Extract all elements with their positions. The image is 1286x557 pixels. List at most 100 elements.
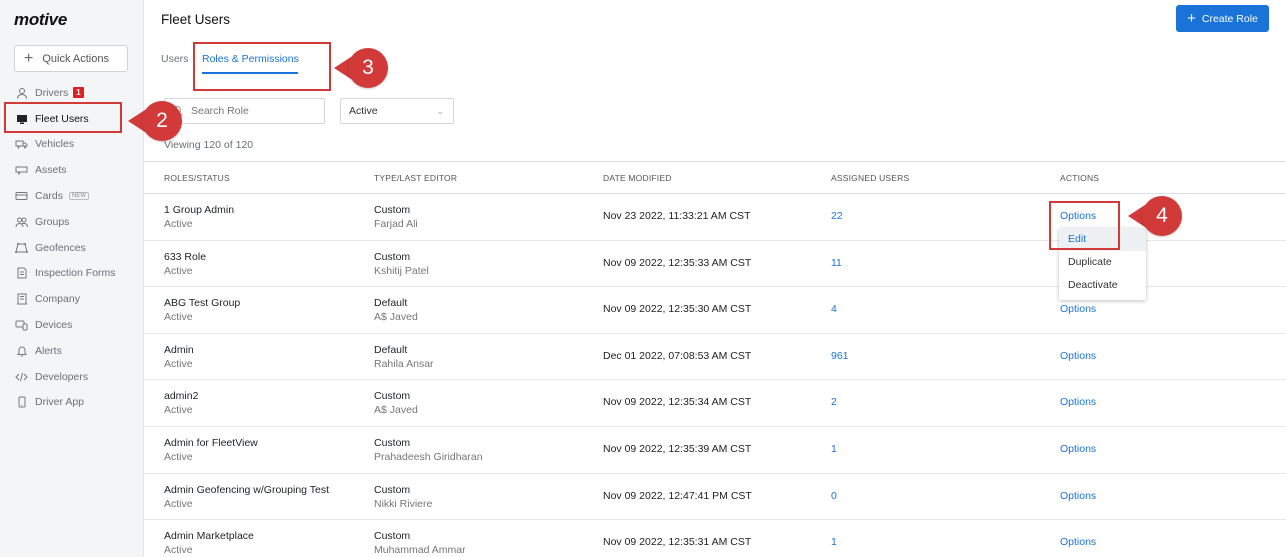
role-name[interactable]: Admin <box>164 343 194 357</box>
assigned-users-link[interactable]: 961 <box>831 350 849 362</box>
assigned-users-link[interactable]: 0 <box>831 490 837 502</box>
role-status: Active <box>164 357 193 370</box>
search-role-input[interactable] <box>164 98 325 124</box>
callout-number: 4 <box>1142 196 1182 236</box>
annotation-highlight-fleet-users <box>4 102 122 133</box>
sidebar-item-label: Vehicles <box>35 138 75 151</box>
assigned-users-link[interactable]: 4 <box>831 303 837 315</box>
table-row: Admin Active Default Rahila Ansar Dec 01 2… <box>144 334 1286 381</box>
options-link[interactable]: Options <box>1060 490 1096 502</box>
date-modified: Nov 23 2022, 11:33:21 AM CST <box>603 210 751 222</box>
sidebar-item-cards[interactable]: Cards NEW <box>0 183 143 209</box>
sidebar-item-label: Driver App <box>35 396 85 409</box>
role-type: Default <box>374 343 408 356</box>
status-select[interactable]: Active ⌄ <box>340 98 454 124</box>
building-icon <box>15 293 28 306</box>
role-name[interactable]: admin2 <box>164 389 198 403</box>
role-status: Active <box>164 218 193 230</box>
last-editor: Kshitij Patel <box>374 264 429 277</box>
annotation-callout-4: 4 <box>1128 196 1182 236</box>
last-editor: Nikki Riviere <box>374 497 433 510</box>
trailer-icon <box>15 164 28 177</box>
sidebar-item-label: Groups <box>35 215 70 228</box>
create-role-button[interactable]: + Create Role <box>1176 5 1269 32</box>
menu-item-duplicate[interactable]: Duplicate <box>1059 251 1146 274</box>
role-status: Active <box>164 544 193 557</box>
options-link[interactable]: Options <box>1060 396 1096 408</box>
table-row: Admin Geofencing w/Grouping Test Active C… <box>144 474 1286 521</box>
role-type: Custom <box>374 250 411 263</box>
new-tag: NEW <box>69 192 90 201</box>
sidebar-item-alerts[interactable]: Alerts <box>0 338 143 364</box>
truck-icon <box>15 138 28 151</box>
date-modified: Nov 09 2022, 12:35:31 AM CST <box>603 536 752 549</box>
annotation-highlight-roles-tab <box>193 42 331 91</box>
role-name[interactable]: ABG Test Group <box>164 296 240 310</box>
sidebar-item-assets[interactable]: Assets <box>0 157 143 183</box>
role-name[interactable]: Admin for FleetView <box>164 436 258 450</box>
sidebar-item-devices[interactable]: Devices <box>0 312 143 338</box>
annotation-callout-2: 2 <box>128 101 182 141</box>
callout-number: 2 <box>142 101 182 141</box>
motive-logo[interactable]: motive <box>14 10 67 30</box>
sidebar-item-label: Inspection Forms <box>35 267 116 280</box>
table-row: Admin Marketplace Active Custom Muhammad A… <box>144 520 1286 557</box>
sidebar-item-company[interactable]: Company <box>0 286 143 312</box>
assigned-users-link[interactable]: 1 <box>831 536 837 548</box>
column-header[interactable]: TYPE/LAST EDITOR <box>374 173 457 183</box>
options-link[interactable]: Options <box>1060 303 1096 315</box>
options-link[interactable]: Options <box>1060 536 1096 548</box>
column-header[interactable]: DATE MODIFIED <box>603 173 672 183</box>
sidebar-item-groups[interactable]: Groups <box>0 209 143 235</box>
role-status: Active <box>164 404 193 417</box>
assigned-users-link[interactable]: 22 <box>831 210 843 222</box>
column-header[interactable]: ASSIGNED USERS <box>831 173 909 183</box>
date-modified: Nov 09 2022, 12:35:34 AM CST <box>603 396 752 409</box>
role-name[interactable]: Admin Marketplace <box>164 529 254 543</box>
column-header[interactable]: ROLES/STATUS <box>164 173 230 183</box>
role-status: Active <box>164 264 193 277</box>
callout-number: 3 <box>348 48 388 88</box>
options-link[interactable]: Options <box>1060 443 1096 455</box>
plus-icon: + <box>24 49 34 67</box>
assigned-users-link[interactable]: 1 <box>831 443 837 455</box>
quick-actions-button[interactable]: + Quick Actions <box>14 45 128 72</box>
date-modified: Dec 01 2022, 07:08:53 AM CST <box>603 349 752 362</box>
annotation-highlight-edit <box>1049 201 1120 250</box>
sidebar-item-label: Cards <box>35 190 64 203</box>
table-row: Admin for FleetView Active Custom Prahadee… <box>144 427 1286 474</box>
sidebar: motive + Quick Actions Drivers 1 Fleet U… <box>0 0 144 557</box>
last-editor: A$ Javed <box>374 311 418 324</box>
form-icon <box>15 267 28 280</box>
sidebar-item-developers[interactable]: Developers <box>0 364 143 390</box>
role-type: Default <box>374 297 408 310</box>
table-row: admin2 Active Custom A$ Javed Nov 09 2022,… <box>144 380 1286 427</box>
status-select-value: Active <box>349 105 378 117</box>
role-name[interactable]: 1 Group Admin <box>164 203 234 217</box>
role-status: Active <box>164 450 193 463</box>
chevron-down-icon: ⌄ <box>436 106 444 116</box>
last-editor: A$ Javed <box>374 404 418 417</box>
tab-users[interactable]: Users <box>161 53 188 65</box>
page-title: Fleet Users <box>161 12 231 27</box>
sidebar-item-label: Devices <box>35 319 73 332</box>
assigned-users-link[interactable]: 11 <box>831 257 842 269</box>
sidebar-item-label: Drivers <box>35 86 69 99</box>
sidebar-item-inspection-forms[interactable]: Inspection Forms <box>0 261 143 287</box>
last-editor: Muhammad Ammar <box>374 544 466 557</box>
menu-item-deactivate[interactable]: Deactivate <box>1059 274 1146 297</box>
sidebar-item-geofences[interactable]: Geofences <box>0 235 143 261</box>
sidebar-item-label: Geofences <box>35 241 86 254</box>
sidebar-item-driver-app[interactable]: Driver App <box>0 390 143 416</box>
role-type: Custom <box>374 204 411 216</box>
groups-icon <box>15 215 28 228</box>
sidebar-item-label: Company <box>35 293 80 306</box>
sidebar-item-label: Assets <box>35 164 67 177</box>
sidebar-item-vehicles[interactable]: Vehicles <box>0 132 143 158</box>
options-link[interactable]: Options <box>1060 350 1096 362</box>
role-name[interactable]: Admin Geofencing w/Grouping Test <box>164 483 329 497</box>
sidebar-item-label: Alerts <box>35 344 62 357</box>
date-modified: Nov 09 2022, 12:35:39 AM CST <box>603 442 752 455</box>
assigned-users-link[interactable]: 2 <box>831 396 837 408</box>
role-name[interactable]: 633 Role <box>164 250 206 264</box>
